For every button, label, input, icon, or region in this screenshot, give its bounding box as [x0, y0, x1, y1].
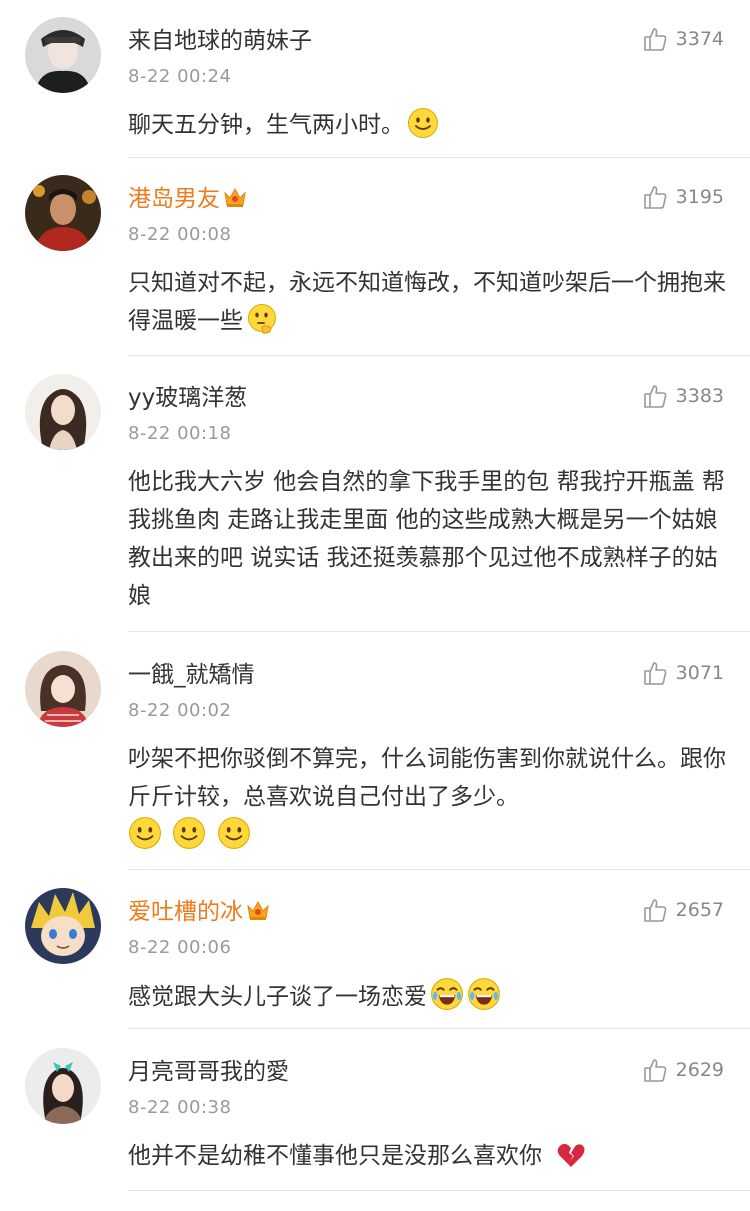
like-count: 3374	[675, 28, 724, 50]
thinking-emoji-icon	[246, 303, 278, 347]
thumbs-up-icon	[643, 28, 667, 51]
like-button[interactable]: 2657	[642, 895, 724, 925]
broken-heart-icon	[556, 1140, 586, 1182]
divider	[128, 1190, 750, 1191]
comment-text: 感觉跟大头儿子谈了一场恋爱	[128, 977, 728, 1023]
avatar-face-icon	[25, 374, 101, 450]
avatar-anime-icon	[25, 888, 101, 964]
comment-text: 他比我大六岁 他会自然的拿下我手里的包 帮我拧开瓶盖 帮我挑鱼肉 走路让我走里面…	[128, 469, 725, 609]
avatar-face-icon	[25, 1048, 101, 1124]
smile-emoji-icon	[407, 107, 439, 151]
avatar-face-icon	[25, 17, 101, 93]
comment-item: yy玻璃洋葱 8-22 00:18 3383 他比我大六岁 他会自然的拿下我手里…	[0, 357, 750, 632]
vip-crown-icon	[222, 185, 248, 218]
thumbs-up-icon	[643, 899, 667, 922]
avatar-face-icon	[25, 175, 101, 251]
like-button[interactable]: 2629	[642, 1055, 724, 1085]
user-avatar[interactable]	[25, 1048, 101, 1124]
like-count: 3071	[675, 662, 724, 684]
comment-time: 8-22 00:02	[128, 700, 232, 721]
smile-emoji-icon	[217, 816, 251, 862]
avatar-face-icon	[25, 651, 101, 727]
comment-item: 月亮哥哥我的愛 8-22 00:38 2629 他并不是幼稚不懂事他只是没那么喜…	[0, 1031, 750, 1211]
comment-text: 吵架不把你驳倒不算完，什么词能伤害到你就说什么。跟你斤斤计较，总喜欢说自己付出了…	[128, 740, 728, 862]
user-avatar[interactable]	[25, 651, 101, 727]
smile-emoji-icon	[172, 816, 206, 862]
comment-time: 8-22 00:38	[128, 1097, 232, 1118]
like-button[interactable]: 3374	[642, 24, 724, 54]
divider	[128, 631, 750, 632]
comment-feed: 来自地球的萌妹子 8-22 00:24 3374 聊天五分钟，生气两小时。 港岛…	[0, 0, 750, 1211]
divider	[128, 1028, 750, 1029]
username[interactable]: 来自地球的萌妹子	[128, 25, 312, 57]
user-avatar[interactable]	[25, 374, 101, 450]
comment-time: 8-22 00:08	[128, 224, 232, 245]
like-count: 3383	[675, 385, 724, 407]
smile-emoji-icon	[128, 816, 162, 862]
thumbs-up-icon	[643, 186, 667, 209]
comment-text: 他并不是幼稚不懂事他只是没那么喜欢你	[128, 1137, 728, 1182]
comment-item: 爱吐槽的冰 8-22 00:06 2657 感觉跟大头儿子谈了一场恋爱	[0, 871, 750, 1029]
like-button[interactable]: 3071	[642, 658, 724, 688]
like-count: 2657	[675, 899, 724, 921]
like-count: 3195	[675, 186, 724, 208]
comment-time: 8-22 00:18	[128, 423, 232, 444]
username[interactable]: 港岛男友	[128, 183, 248, 218]
user-avatar[interactable]	[25, 175, 101, 251]
like-count: 2629	[675, 1059, 724, 1081]
comment-text: 聊天五分钟，生气两小时。	[128, 106, 728, 151]
comment-item: 港岛男友 8-22 00:08 3195 只知道对不起，永远不知道悔改，不知道吵…	[0, 158, 750, 356]
divider	[128, 355, 750, 356]
user-avatar[interactable]	[25, 888, 101, 964]
laugh-emoji-icon	[430, 977, 464, 1023]
like-button[interactable]: 3195	[642, 182, 724, 212]
comment-time: 8-22 00:06	[128, 937, 232, 958]
thumbs-up-icon	[643, 662, 667, 685]
user-avatar[interactable]	[25, 17, 101, 93]
username[interactable]: 月亮哥哥我的愛	[128, 1056, 289, 1088]
laugh-emoji-icon	[467, 977, 501, 1023]
like-button[interactable]: 3383	[642, 381, 724, 411]
thumbs-up-icon	[643, 385, 667, 408]
thumbs-up-icon	[643, 1059, 667, 1082]
divider	[128, 869, 750, 870]
comment-text: 只知道对不起，永远不知道悔改，不知道吵架后一个拥抱来得温暖一些	[128, 264, 728, 347]
comment-time: 8-22 00:24	[128, 66, 232, 87]
username[interactable]: yy玻璃洋葱	[128, 382, 247, 414]
vip-crown-icon	[245, 898, 271, 931]
username[interactable]: 一餓_就矯情	[128, 659, 255, 691]
comment-item: 来自地球的萌妹子 8-22 00:24 3374 聊天五分钟，生气两小时。	[0, 0, 750, 158]
comment-item: 一餓_就矯情 8-22 00:02 3071 吵架不把你驳倒不算完，什么词能伤害…	[0, 634, 750, 870]
username[interactable]: 爱吐槽的冰	[128, 896, 271, 931]
